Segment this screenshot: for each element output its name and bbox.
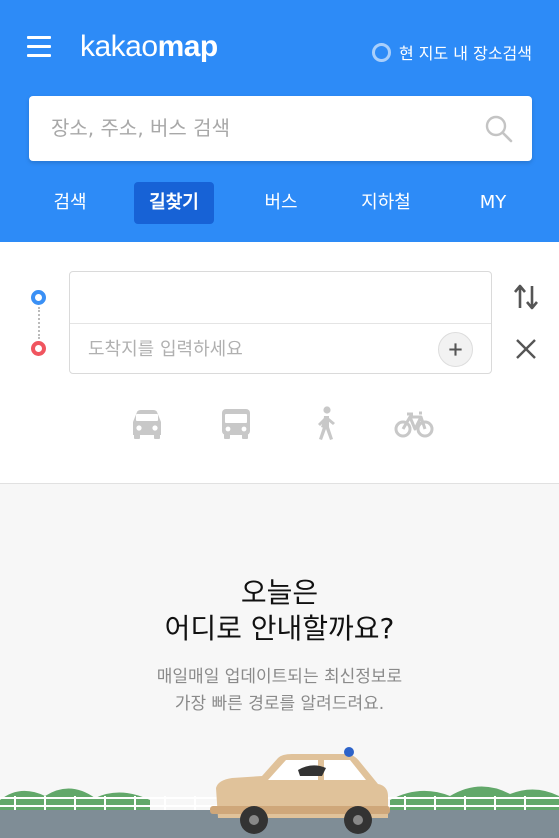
route-panel bbox=[0, 242, 559, 484]
logo-bold-text: map bbox=[157, 30, 219, 63]
close-icon[interactable] bbox=[514, 337, 538, 361]
route-connector bbox=[38, 307, 40, 339]
empty-sub-line2: 가장 빠른 경로를 알려드려요. bbox=[174, 694, 385, 714]
hamburger-menu-icon[interactable] bbox=[27, 36, 53, 60]
tab-bus[interactable]: 버스 bbox=[250, 182, 312, 224]
empty-sub-line1: 매일매일 업데이트되는 최신정보로 bbox=[156, 667, 403, 687]
add-waypoint-icon[interactable] bbox=[438, 332, 473, 367]
empty-state-title: 오늘은 어디로 안내할까요? bbox=[0, 575, 559, 647]
logo-light-text: kakao bbox=[80, 30, 158, 63]
search-in-map-toggle[interactable]: 현 지도 내 장소검색 bbox=[371, 40, 532, 64]
start-input[interactable] bbox=[88, 281, 428, 315]
swap-route-icon[interactable] bbox=[513, 282, 539, 312]
main-tabs: 검색 길찾기 버스 지하철 MY bbox=[0, 182, 559, 224]
tab-search[interactable]: 검색 bbox=[38, 182, 102, 224]
tab-my[interactable]: MY bbox=[466, 182, 520, 224]
search-icon[interactable] bbox=[484, 114, 514, 144]
car-illustration bbox=[0, 747, 559, 838]
empty-state-subtitle: 매일매일 업데이트되는 최신정보로 가장 빠른 경로를 알려드려요. bbox=[0, 664, 559, 718]
tab-directions[interactable]: 길찾기 bbox=[134, 182, 214, 224]
car-icon[interactable] bbox=[127, 405, 167, 443]
walk-icon[interactable] bbox=[305, 405, 345, 443]
empty-title-line2: 어디로 안내할까요? bbox=[164, 612, 395, 645]
start-marker-icon bbox=[31, 290, 46, 305]
input-divider bbox=[70, 323, 491, 324]
bus-icon[interactable] bbox=[216, 405, 256, 443]
search-box bbox=[29, 96, 532, 161]
app-header: kakaomap 현 지도 내 장소검색 검색 길찾기 버스 지하철 MY bbox=[0, 0, 559, 242]
destination-input[interactable] bbox=[88, 332, 428, 366]
kakaomap-logo[interactable]: kakaomap bbox=[80, 30, 218, 64]
search-in-map-label: 현 지도 내 장소검색 bbox=[398, 44, 532, 63]
radio-ring-icon bbox=[371, 42, 391, 62]
search-input[interactable] bbox=[51, 111, 471, 145]
empty-title-line1: 오늘은 bbox=[240, 576, 319, 609]
tab-subway[interactable]: 지하철 bbox=[348, 182, 424, 224]
route-inputs bbox=[69, 271, 492, 374]
end-marker-icon bbox=[31, 341, 46, 356]
bicycle-icon[interactable] bbox=[394, 405, 434, 443]
